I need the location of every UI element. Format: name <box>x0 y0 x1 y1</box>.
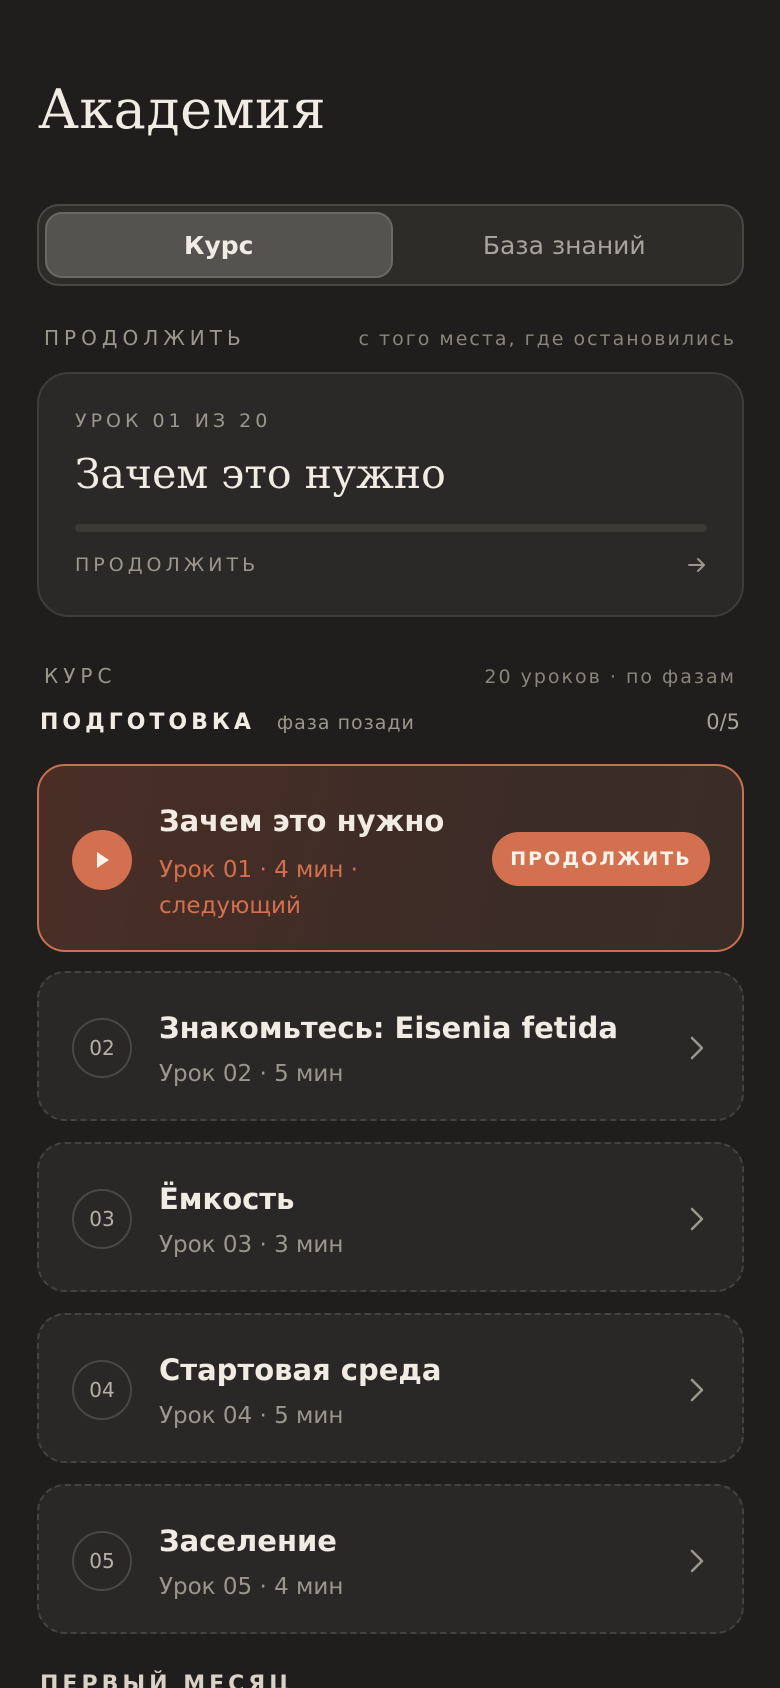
continue-section-note: с того места, где остановились <box>358 328 736 350</box>
lesson-card[interactable]: 03 Ёмкость Урок 03 · 3 мин <box>37 1142 744 1292</box>
lesson-number-badge: 03 <box>72 1189 132 1249</box>
course-section-note: 20 уроков · по фазам <box>484 666 736 688</box>
continue-action-label: ПРОДОЛЖИТЬ <box>75 554 260 576</box>
continue-action[interactable]: ПРОДОЛЖИТЬ <box>75 554 707 576</box>
phase-count: 0/5 <box>706 710 740 734</box>
lesson-card[interactable]: 05 Заселение Урок 05 · 4 мин <box>37 1484 744 1634</box>
tab-knowledge-base[interactable]: База знаний <box>393 212 737 278</box>
lesson-number-badge: 04 <box>72 1360 132 1420</box>
lesson-title: Знакомьтесь: Eisenia fetida <box>159 1011 618 1045</box>
lesson-number-badge: 05 <box>72 1531 132 1591</box>
academy-screen: Академия Курс База знаний ПРОДОЛЖИТЬ с т… <box>0 0 780 1688</box>
chevron-right-icon <box>690 1036 704 1060</box>
course-section-header: КУРС 20 уроков · по фазам <box>44 664 736 688</box>
lesson-title: Стартовая среда <box>159 1353 442 1387</box>
page-title: Академия <box>38 78 327 141</box>
continue-section-header: ПРОДОЛЖИТЬ с того места, где остановилис… <box>44 326 736 350</box>
lesson-meta: Урок 05 · 4 мин <box>159 1574 344 1600</box>
continue-progress-bar <box>75 524 707 532</box>
lesson-number-badge: 02 <box>72 1018 132 1078</box>
chevron-right-icon <box>690 1549 704 1573</box>
arrow-right-icon <box>688 558 705 572</box>
tab-switcher: Курс База знаний <box>37 204 744 286</box>
lesson-card[interactable]: 04 Стартовая среда Урок 04 · 5 мин <box>37 1313 744 1463</box>
lesson-meta: Урок 03 · 3 мин <box>159 1232 344 1258</box>
lesson-meta: Урок 04 · 5 мин <box>159 1403 344 1429</box>
lesson-meta: Урок 02 · 5 мин <box>159 1061 344 1087</box>
lesson-card-current[interactable]: Зачем это нужно Урок 01 · 4 мин · следую… <box>37 764 744 952</box>
phase-name: ПЕРВЫЙ МЕСЯЦ <box>40 1672 294 1688</box>
continue-lesson-title: Зачем это нужно <box>75 450 446 498</box>
lesson-title: Заселение <box>159 1524 337 1558</box>
tab-course[interactable]: Курс <box>45 212 393 278</box>
continue-lesson-label: УРОК 01 ИЗ 20 <box>75 410 272 432</box>
lesson-meta: Урок 01 · 4 мин · следующий <box>159 857 358 919</box>
next-phase-header: ПЕРВЫЙ МЕСЯЦ <box>40 1672 740 1688</box>
continue-lesson-button[interactable]: ПРОДОЛЖИТЬ <box>492 832 710 886</box>
play-button[interactable] <box>72 830 132 890</box>
chevron-right-icon <box>690 1207 704 1231</box>
phase-name: ПОДГОТОВКА <box>40 710 255 735</box>
play-icon <box>97 852 109 868</box>
lesson-title: Ёмкость <box>159 1182 295 1216</box>
course-section-kicker: КУРС <box>44 664 117 688</box>
phase-note: фаза позади <box>276 712 415 734</box>
continue-section-kicker: ПРОДОЛЖИТЬ <box>44 326 246 350</box>
lesson-card[interactable]: 02 Знакомьтесь: Eisenia fetida Урок 02 ·… <box>37 971 744 1121</box>
chevron-right-icon <box>690 1378 704 1402</box>
lesson-title: Зачем это нужно <box>159 804 445 838</box>
phase-header: ПОДГОТОВКА фаза позади 0/5 <box>40 710 740 735</box>
continue-card[interactable]: УРОК 01 ИЗ 20 Зачем это нужно ПРОДОЛЖИТЬ <box>37 372 744 617</box>
